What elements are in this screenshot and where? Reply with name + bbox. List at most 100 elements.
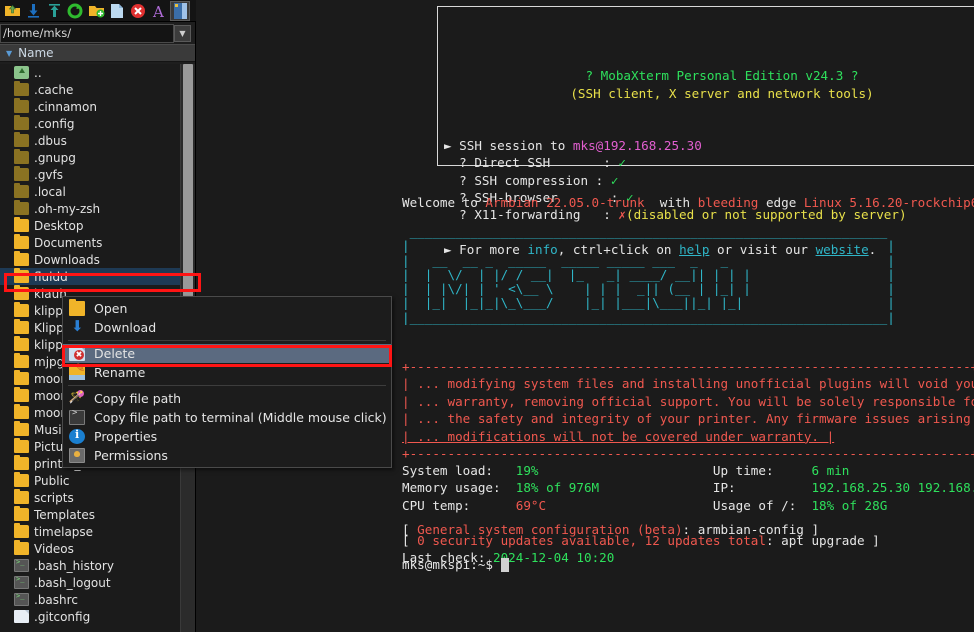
stat-left-label-1: Memory usage:: [402, 480, 516, 495]
folder-icon: [14, 457, 29, 470]
go-up-icon[interactable]: [2, 1, 22, 21]
file-row[interactable]: scripts: [0, 489, 180, 506]
new-file-icon[interactable]: [107, 1, 127, 21]
file-name-label: .bash_history: [34, 559, 114, 573]
new-folder-icon[interactable]: [86, 1, 106, 21]
file-row[interactable]: .gvfs: [0, 166, 180, 183]
svg-text:A: A: [152, 3, 164, 19]
menu-item-rename[interactable]: Rename: [63, 363, 391, 382]
file-row[interactable]: .cinnamon: [0, 98, 180, 115]
file-row[interactable]: .config: [0, 115, 180, 132]
column-header-name[interactable]: ▼ Name: [0, 44, 195, 62]
file-row[interactable]: .gitconfig: [0, 608, 180, 625]
file-name-label: .gitconfig: [34, 610, 90, 624]
text-format-icon[interactable]: A: [149, 1, 169, 21]
file-name-label: .dbus: [34, 134, 67, 148]
welcome-mid: with: [645, 195, 698, 210]
rename-pencil-icon: [69, 365, 85, 380]
menu-item-delete[interactable]: Delete: [63, 344, 391, 363]
menu-item-label: Download: [94, 320, 156, 335]
armbian-welcome-line: Welcome to Armbian 22.05.0-trunk with bl…: [402, 194, 974, 211]
file-row[interactable]: Documents: [0, 234, 180, 251]
file-row[interactable]: .bashrc: [0, 591, 180, 608]
row-0-label: ? Direct SSH :: [444, 155, 618, 170]
folder-icon: [14, 83, 29, 96]
file-row[interactable]: Downloads: [0, 251, 180, 268]
sftp-toolbar: A: [0, 0, 196, 22]
firmware-warning-block: +---------------------------------------…: [402, 358, 974, 462]
menu-item-download[interactable]: Download: [63, 318, 391, 337]
file-name-label: scripts: [34, 491, 74, 505]
file-row[interactable]: Videos: [0, 540, 180, 557]
file-row[interactable]: .gnupg: [0, 149, 180, 166]
refresh-icon[interactable]: [65, 1, 85, 21]
folder-open-icon: [69, 301, 85, 316]
chevron-down-icon[interactable]: ▼: [174, 25, 191, 42]
scrollbar-thumb[interactable]: [183, 64, 193, 314]
stat-right-label-0: Up time:: [713, 463, 812, 478]
user-permissions-icon: [69, 448, 85, 463]
file-name-label: Downloads: [34, 253, 100, 267]
file-row[interactable]: timelapse: [0, 523, 180, 540]
menu-item-open[interactable]: Open: [63, 299, 391, 318]
file-row[interactable]: ..: [0, 64, 180, 81]
file-row[interactable]: fluidd: [0, 268, 180, 285]
mobaxterm-banner-box: ? MobaXterm Personal Edition v24.3 ?(SSH…: [437, 6, 974, 166]
row-1-mark: ✓: [611, 173, 619, 188]
file-name-label: Documents: [34, 236, 102, 250]
folder-icon: [14, 372, 29, 385]
delete-icon[interactable]: [128, 1, 148, 21]
stat-left-value-0: 19%: [516, 463, 713, 478]
menu-item-label: Permissions: [94, 448, 168, 463]
folder-icon: [14, 168, 29, 181]
file-name-label: .bash_logout: [34, 576, 111, 590]
download-icon[interactable]: [23, 1, 43, 21]
folder-icon: [14, 389, 29, 402]
folder-icon: [14, 134, 29, 147]
stat-left-value-1: 18% of 976M: [516, 480, 713, 495]
folder-icon: [14, 406, 29, 419]
file-row[interactable]: .local: [0, 183, 180, 200]
upload-icon[interactable]: [44, 1, 64, 21]
updates-close-bracket: ]: [872, 533, 880, 548]
file-row[interactable]: Templates: [0, 506, 180, 523]
sort-descending-icon: ▼: [6, 49, 12, 58]
folder-icon: [14, 508, 29, 521]
file-name-label: Videos: [34, 542, 74, 556]
prompt-block: [ General system configuration (beta): a…: [402, 521, 819, 573]
file-name-label: ..: [34, 66, 42, 80]
banner-subtitle: (SSH client, X server and network tools): [444, 85, 974, 102]
warning-bottom-rule: +---------------------------------------…: [402, 446, 974, 461]
welcome-kernel: Linux 5.16.20-rockchip64: [804, 195, 974, 210]
stat-right-label-1: IP:: [713, 480, 812, 495]
menu-item-label: Open: [94, 301, 127, 316]
file-row[interactable]: .bash_logout: [0, 574, 180, 591]
folder-icon: [14, 185, 29, 198]
file-row[interactable]: Public: [0, 472, 180, 489]
file-name-label: Templates: [34, 508, 95, 522]
menu-item-properties[interactable]: Properties: [63, 427, 391, 446]
document-file-icon: [14, 610, 29, 623]
menu-item-copy[interactable]: Copy file path to terminal (Middle mouse…: [63, 408, 391, 427]
file-name-label: .gvfs: [34, 168, 63, 182]
folder-icon: [14, 236, 29, 249]
welcome-distro: Armbian 22.05.0-trunk: [485, 195, 644, 210]
folder-icon: [14, 287, 29, 300]
menu-separator: [68, 385, 386, 386]
file-row[interactable]: .cache: [0, 81, 180, 98]
file-row[interactable]: Desktop: [0, 217, 180, 234]
file-context-menu[interactable]: Open Download Delete Rename Copy file path Co…: [62, 296, 392, 468]
menu-item-label: Copy file path to terminal (Middle mouse…: [94, 410, 387, 425]
menu-item-label: Delete: [94, 346, 135, 361]
panel-view-icon[interactable]: [170, 1, 190, 21]
file-row[interactable]: .oh-my-zsh: [0, 200, 180, 217]
file-name-label: .local: [34, 185, 66, 199]
file-row[interactable]: .dbus: [0, 132, 180, 149]
menu-item-permissions[interactable]: Permissions: [63, 446, 391, 465]
config-cmd: : armbian-config: [683, 522, 812, 537]
folder-icon: [14, 219, 29, 232]
menu-item-copy[interactable]: Copy file path: [63, 389, 391, 408]
file-row[interactable]: .bash_history: [0, 557, 180, 574]
path-input[interactable]: /home/mks/: [0, 24, 174, 43]
parent-folder-icon: [14, 66, 29, 79]
